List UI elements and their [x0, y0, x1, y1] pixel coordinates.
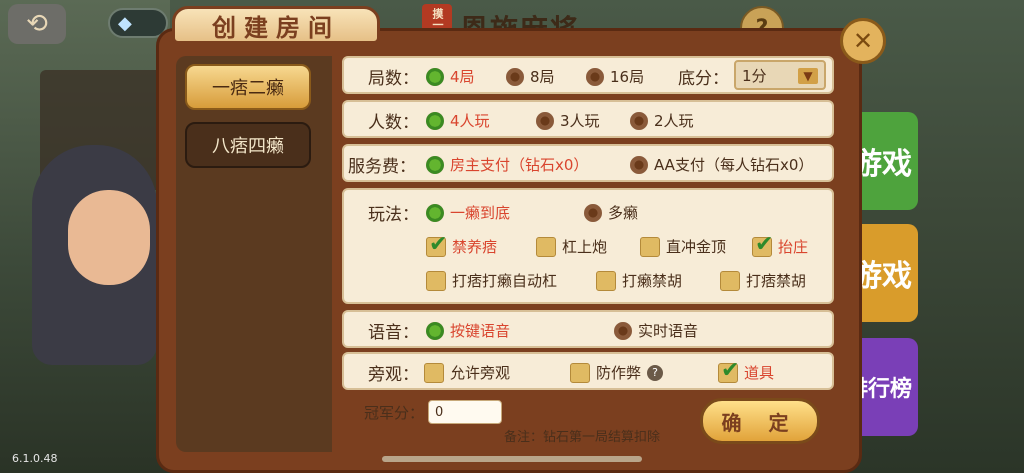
radio-selected-icon	[426, 67, 444, 86]
gem-icon: ◆	[118, 12, 132, 34]
rounds-label: 局数：	[368, 69, 419, 89]
radio-unselected-icon	[614, 321, 632, 340]
spectate-option-allow[interactable]: 允许旁观	[424, 362, 510, 383]
radio-selected-icon	[426, 155, 444, 174]
option-label: 打癞禁胡	[622, 272, 683, 290]
fee-label: 服务费：	[348, 157, 416, 177]
option-label: 打痞打癞自动杠	[452, 272, 558, 290]
option-label: 一癞到底	[450, 204, 511, 222]
dropdown-arrow-icon: ▼	[798, 68, 818, 84]
checkbox-unchecked-icon	[426, 270, 446, 291]
champion-score-input[interactable]: 0	[428, 400, 502, 424]
checkbox-checked-icon	[752, 232, 773, 257]
champion-score-label: 冠军分：	[364, 404, 425, 422]
option-label: 打痞禁胡	[746, 272, 807, 290]
checkbox-checked-icon	[718, 358, 739, 383]
rule-check-dapi-jinhu[interactable]: 打痞禁胡	[720, 270, 806, 291]
option-label: 防作弊	[596, 364, 642, 382]
radio-selected-icon	[426, 321, 444, 340]
base-score-select[interactable]: 1分 ▼	[734, 60, 826, 90]
option-label: 实时语音	[638, 322, 699, 340]
rule-check-gangshangpao[interactable]: 杠上炮	[536, 236, 607, 257]
home-indicator	[382, 456, 642, 462]
radio-selected-icon	[426, 111, 444, 130]
confirm-button[interactable]: 确 定	[700, 398, 820, 444]
version-label: 6.1.0.48	[12, 452, 58, 465]
spectate-option-props[interactable]: 道具	[718, 358, 775, 383]
checkbox-unchecked-icon	[536, 236, 556, 257]
checkbox-unchecked-icon	[596, 270, 616, 291]
character-face	[68, 190, 150, 285]
checkbox-unchecked-icon	[720, 270, 740, 291]
close-icon: ✕	[852, 27, 874, 55]
option-label: 直冲金顶	[666, 238, 727, 256]
checkbox-checked-icon	[426, 232, 447, 257]
option-label: 3人玩	[560, 112, 600, 130]
voice-option-realtime[interactable]: 实时语音	[614, 320, 698, 341]
champion-score-value: 0	[435, 404, 444, 420]
option-label: 16局	[610, 68, 645, 86]
option-label: 按键语音	[450, 322, 511, 340]
rule-check-auto-gang[interactable]: 打痞打癞自动杠	[426, 270, 557, 291]
option-label: 杠上炮	[562, 238, 608, 256]
tab-bapi-silai[interactable]: 八痞四癞	[185, 122, 311, 168]
radio-unselected-icon	[584, 203, 602, 222]
fee-option-aa[interactable]: AA支付（每人钻石x0）	[630, 154, 813, 175]
radio-unselected-icon	[586, 67, 604, 86]
voice-option-button[interactable]: 按键语音	[426, 320, 510, 341]
checkbox-unchecked-icon	[424, 362, 444, 383]
dialog-title: 创建房间	[172, 6, 380, 44]
rule-check-jinyangpi[interactable]: 禁养痞	[426, 232, 498, 257]
option-label: 抬庄	[778, 238, 809, 256]
rounds-option-8[interactable]: 8局	[506, 66, 555, 87]
players-option-4[interactable]: 4人玩	[426, 110, 490, 131]
spectate-label: 旁观：	[368, 365, 419, 385]
radio-unselected-icon	[630, 111, 648, 130]
back-button[interactable]: ⟲	[8, 4, 66, 44]
rule-mode-multi[interactable]: 多癞	[584, 202, 638, 223]
option-label: 4局	[450, 68, 475, 86]
option-label: 道具	[744, 364, 775, 382]
radio-selected-icon	[426, 203, 444, 222]
rules-label: 玩法：	[368, 205, 419, 225]
option-label: AA支付（每人钻石x0）	[654, 156, 814, 174]
option-label: 允许旁观	[450, 364, 511, 382]
players-option-2[interactable]: 2人玩	[630, 110, 694, 131]
note-text: 备注：钻石第一局结算扣除	[504, 430, 661, 445]
option-label: 房主支付（钻石x0）	[450, 156, 589, 174]
rule-check-dalai-jinhu[interactable]: 打癞禁胡	[596, 270, 682, 291]
help-question-icon[interactable]: ?	[647, 364, 664, 381]
rule-check-zhichongjinding[interactable]: 直冲金顶	[640, 236, 726, 257]
rounds-option-16[interactable]: 16局	[586, 66, 644, 87]
rule-check-taizhuang[interactable]: 抬庄	[752, 232, 809, 257]
option-label: 4人玩	[450, 112, 490, 130]
mode-tab-panel	[176, 56, 332, 452]
option-label: 8局	[530, 68, 555, 86]
back-arrow-icon: ⟲	[26, 9, 48, 39]
gem-balance[interactable]: ◆	[108, 8, 168, 38]
players-option-3[interactable]: 3人玩	[536, 110, 600, 131]
base-score-label: 底分：	[678, 69, 729, 89]
fee-option-host[interactable]: 房主支付（钻石x0）	[426, 154, 588, 175]
option-label: 禁养痞	[452, 238, 498, 256]
base-score-value: 1分	[742, 66, 767, 85]
option-label: 多癞	[608, 204, 639, 222]
tab-yipi-erlai[interactable]: 一痞二癞	[185, 64, 311, 110]
rounds-option-4[interactable]: 4局	[426, 66, 475, 87]
rule-mode-single[interactable]: 一癞到底	[426, 202, 510, 223]
checkbox-unchecked-icon	[640, 236, 660, 257]
option-label: 2人玩	[654, 112, 694, 130]
radio-unselected-icon	[506, 67, 524, 86]
checkbox-unchecked-icon	[570, 362, 590, 383]
spectate-option-anticheat[interactable]: 防作弊 ?	[570, 362, 664, 383]
radio-unselected-icon	[630, 155, 648, 174]
voice-label: 语音：	[368, 323, 419, 343]
close-button[interactable]: ✕	[840, 18, 886, 64]
radio-unselected-icon	[536, 111, 554, 130]
players-label: 人数：	[368, 113, 419, 133]
